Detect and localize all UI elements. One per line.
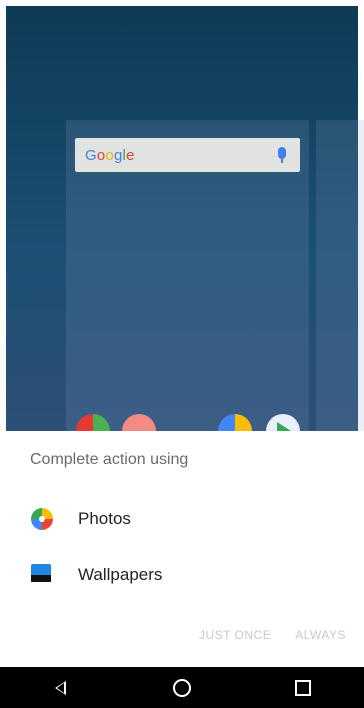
- option-wallpapers[interactable]: Wallpapers: [6, 550, 364, 600]
- just-once-button[interactable]: JUST ONCE: [199, 628, 271, 642]
- screen: Google Complete action using Photos Wall…: [0, 0, 364, 708]
- dialog-actions: JUST ONCE ALWAYS: [199, 628, 346, 642]
- google-search-bar: Google: [75, 138, 300, 172]
- back-button[interactable]: [41, 673, 81, 703]
- option-photos[interactable]: Photos: [6, 494, 364, 544]
- next-screen-preview: [316, 120, 364, 440]
- chooser-bottom-sheet: Complete action using Photos Wallpapers …: [6, 431, 364, 667]
- recents-button[interactable]: [283, 673, 323, 703]
- google-photos-icon: [31, 508, 53, 530]
- option-label: Photos: [78, 509, 131, 528]
- sheet-title: Complete action using: [30, 451, 189, 468]
- home-button[interactable]: [162, 673, 202, 703]
- always-button[interactable]: ALWAYS: [295, 628, 346, 642]
- option-label: Wallpapers: [78, 565, 163, 584]
- recents-icon: [295, 679, 312, 696]
- wallpapers-icon: [31, 564, 53, 586]
- frame-top: [0, 0, 364, 6]
- mic-icon: [278, 147, 286, 163]
- navigation-bar: [0, 667, 364, 708]
- back-icon: [55, 680, 67, 695]
- google-logo: Google: [85, 146, 135, 164]
- home-icon: [172, 678, 191, 697]
